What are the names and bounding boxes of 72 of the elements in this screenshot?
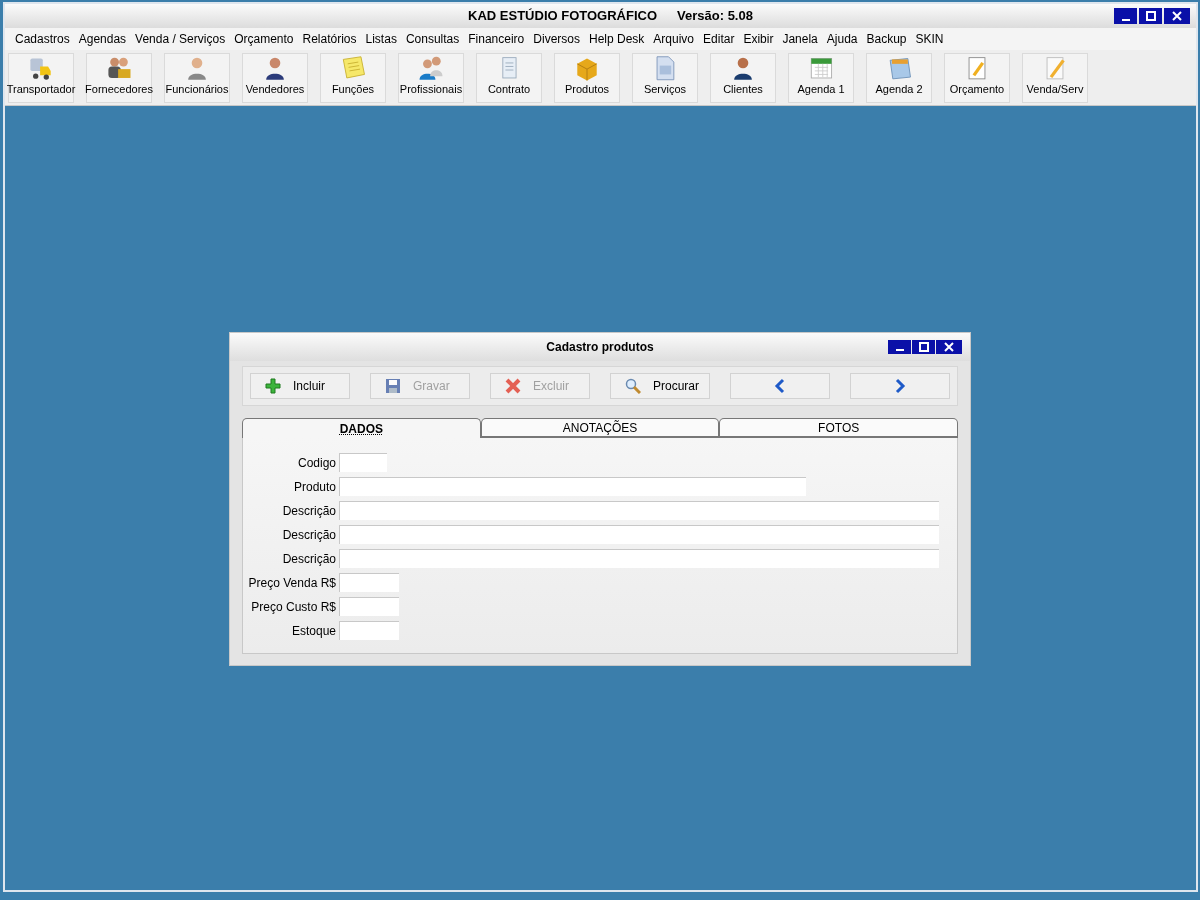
field-label: Descrição	[281, 502, 337, 520]
field-label: Produto	[292, 478, 337, 496]
navigation-button[interactable]	[850, 373, 950, 399]
minimize-button[interactable]	[1114, 8, 1137, 24]
toolbar-button[interactable]: Clientes	[710, 52, 776, 103]
menu-item[interactable]: Ajuda	[826, 30, 858, 48]
toolbar-button[interactable]: Funcionários	[164, 52, 230, 103]
action-button[interactable]: Procurar	[610, 373, 710, 399]
menu-item[interactable]: Relatórios	[302, 30, 357, 48]
navigation-button[interactable]	[730, 373, 830, 399]
input-field[interactable]	[339, 453, 387, 472]
menu-item[interactable]: Venda / Serviços	[135, 30, 226, 48]
menu-item[interactable]: Cadastros	[15, 30, 70, 48]
menu-item[interactable]: Exibir	[743, 30, 774, 48]
tab[interactable]: DADOS	[242, 418, 481, 438]
field-label: Preço Venda R$	[247, 574, 337, 592]
field-label: Descrição	[281, 550, 337, 568]
tab[interactable]: FOTOS	[719, 418, 958, 438]
maximize-icon	[1145, 11, 1156, 21]
menu-item[interactable]: Agendas	[78, 30, 127, 48]
close-icon	[944, 342, 954, 352]
tab[interactable]: ANOTAÇÕES	[480, 418, 720, 438]
toolbar-button[interactable]: Funções	[320, 52, 386, 103]
toolbar-button[interactable]: Serviços	[632, 52, 698, 103]
toolbar-button[interactable]: Fornecedores	[86, 52, 152, 103]
menu-item[interactable]: Janela	[782, 30, 818, 48]
menu-item[interactable]: Financeiro	[468, 30, 525, 48]
minimize-button[interactable]	[888, 340, 911, 354]
maximize-button[interactable]	[1139, 8, 1162, 24]
toolbar-button[interactable]: Orçamento	[944, 52, 1010, 103]
cross-icon	[505, 378, 521, 394]
action-button[interactable]: Incluir	[250, 373, 350, 399]
toolbar-button[interactable]: Profissionais	[398, 52, 464, 103]
dialog-title: Cadastro produtos	[546, 339, 654, 356]
plus-icon	[265, 378, 281, 394]
input-field[interactable]	[339, 525, 939, 544]
input-field[interactable]	[339, 573, 399, 592]
menu-item[interactable]: Arquivo	[653, 30, 695, 48]
input-field[interactable]	[339, 501, 939, 520]
toolbar-button[interactable]: Contrato	[476, 52, 542, 103]
input-field[interactable]	[339, 549, 939, 568]
toolbar-button[interactable]: Agenda 2	[866, 52, 932, 103]
menu-item[interactable]: Diversos	[533, 30, 580, 48]
input-field[interactable]	[339, 477, 806, 496]
field-label: Preço Custo R$	[250, 598, 337, 616]
input-field[interactable]	[339, 597, 399, 616]
version-label: Versão: 5.08	[677, 7, 753, 26]
input-field[interactable]	[339, 621, 399, 640]
menu-item[interactable]: Editar	[703, 30, 735, 48]
field-label: Descrição	[281, 526, 337, 544]
toolbar-button[interactable]: Agenda 1	[788, 52, 854, 103]
toolbar-button[interactable]: Vendedores	[242, 52, 308, 103]
menu-item[interactable]: Consultas	[405, 30, 460, 48]
maximize-button[interactable]	[912, 340, 935, 354]
close-button[interactable]	[936, 340, 962, 354]
menu-item[interactable]: Listas	[365, 30, 397, 48]
minimize-icon	[1121, 19, 1130, 21]
close-button[interactable]	[1164, 8, 1190, 24]
window-title: KAD ESTÚDIO FOTOGRÁFICO	[468, 7, 658, 26]
minimize-icon	[895, 349, 904, 351]
maximize-icon	[918, 342, 929, 352]
menu-item[interactable]: Orçamento	[234, 30, 294, 48]
field-label: Estoque	[290, 622, 337, 640]
close-icon	[1172, 11, 1182, 21]
field-label: Codigo	[296, 454, 337, 472]
menu-item[interactable]: Backup	[866, 30, 907, 48]
menu-item[interactable]: SKIN	[915, 30, 944, 48]
toolbar-button[interactable]: Produtos	[554, 52, 620, 103]
toolbar-button[interactable]: Venda/Serv	[1022, 52, 1088, 103]
toolbar-button[interactable]: Transportador	[8, 52, 74, 103]
menu-item[interactable]: Help Desk	[589, 30, 645, 48]
magnifier-icon	[625, 378, 641, 394]
